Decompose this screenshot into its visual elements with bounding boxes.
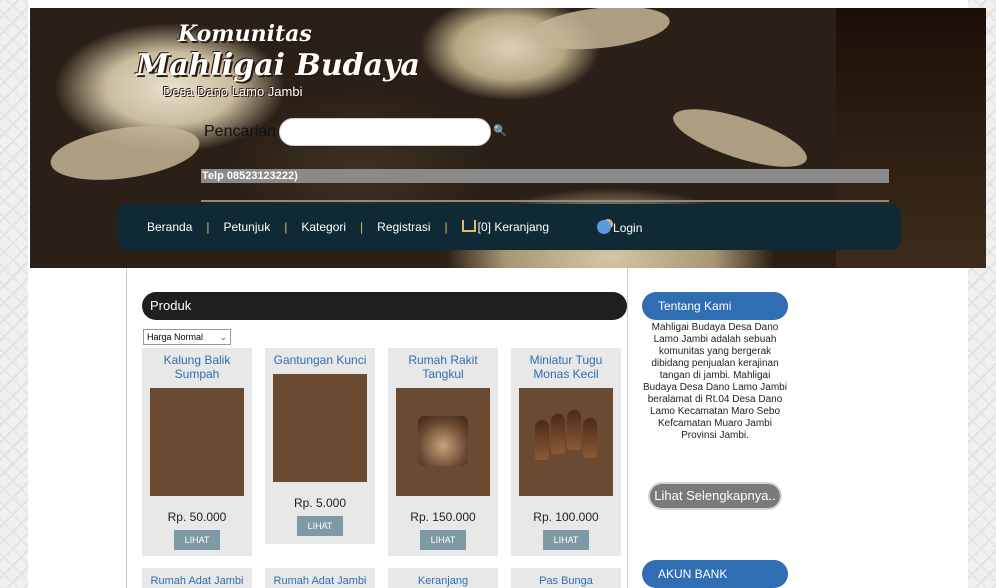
- product-card[interactable]: Kalung Balik Sumpah Rp. 50.000 LIHAT: [142, 348, 252, 556]
- product-image[interactable]: [519, 388, 613, 496]
- lihat-button[interactable]: LIHAT: [543, 530, 589, 550]
- header-banner: Komunitas Mahligai Budaya Desa Dano Lamo…: [30, 8, 986, 268]
- product-price: Rp. 5.000: [293, 496, 347, 510]
- product-image-detail: [418, 416, 468, 466]
- user-icon: [597, 219, 612, 234]
- logo-subtitle: Desa Dano Lamo Jambi: [163, 84, 303, 99]
- nav-separator: |: [444, 220, 448, 234]
- product-image-detail: [551, 414, 565, 454]
- cart-icon: [461, 220, 476, 232]
- product-image-detail: [583, 418, 597, 458]
- search-input[interactable]: [279, 118, 491, 146]
- product-price: Rp. 50.000: [167, 510, 227, 524]
- phone-number: Telp 08523123222): [202, 170, 298, 182]
- product-image[interactable]: [396, 388, 490, 496]
- nav-separator: |: [284, 220, 288, 234]
- logo-title-main: Mahligai Budaya: [136, 48, 420, 83]
- product-price: Rp. 150.000: [410, 510, 476, 524]
- left-pattern-border: [0, 0, 28, 588]
- product-title[interactable]: Kalung Balik Sumpah: [142, 353, 252, 381]
- product-title[interactable]: Miniatur Tugu Monas Kecil: [511, 353, 621, 381]
- product-card[interactable]: Rumah Rakit Tangkul Rp. 150.000 LIHAT: [388, 348, 498, 556]
- main-navbar: Beranda | Petunjuk | Kategori | Registra…: [117, 204, 901, 250]
- product-title[interactable]: Rumah Adat Jambi: [274, 575, 367, 587]
- tentang-heading: Tentang Kami: [642, 292, 788, 320]
- bank-heading: AKUN BANK: [642, 560, 788, 588]
- lihat-button[interactable]: LIHAT: [420, 530, 466, 550]
- search-label: Pencarian: [204, 123, 277, 140]
- sort-selected-value: Harga Normal: [147, 332, 204, 342]
- lihat-button[interactable]: LIHAT: [174, 530, 220, 550]
- nav-cart-label: [0] Keranjang: [477, 220, 550, 234]
- banner-decor: [47, 117, 203, 189]
- product-card[interactable]: Miniatur Tugu Monas Kecil Rp. 100.000 LI…: [511, 348, 621, 556]
- product-card[interactable]: Rumah Adat Jambi: [142, 568, 252, 588]
- phone-bar: [201, 169, 889, 183]
- product-card[interactable]: Rumah Adat Jambi: [265, 568, 375, 588]
- lihat-button[interactable]: LIHAT: [297, 516, 343, 536]
- product-card[interactable]: Keranjang: [388, 568, 498, 588]
- tentang-text: Mahligai Budaya Desa Dano Lamo Jambi ada…: [643, 322, 787, 441]
- product-image-detail: [567, 410, 581, 450]
- logo-title-top: Komunitas: [178, 21, 312, 47]
- product-title[interactable]: Rumah Adat Jambi: [151, 575, 244, 587]
- sort-select[interactable]: Harga Normal ⌄: [143, 329, 231, 345]
- nav-cart[interactable]: [0] Keranjang: [461, 220, 550, 234]
- produk-heading: Produk: [142, 292, 627, 320]
- nav-beranda[interactable]: Beranda: [147, 220, 192, 234]
- read-more-button[interactable]: Lihat Selengkapnya..: [648, 482, 782, 510]
- nav-login[interactable]: Login: [597, 219, 643, 235]
- nav-kategori[interactable]: Kategori: [301, 220, 346, 234]
- product-card[interactable]: Gantungan Kunci Rp. 5.000 LIHAT: [265, 348, 375, 544]
- product-title[interactable]: Rumah Rakit Tangkul: [388, 353, 498, 381]
- nav-separator: |: [360, 220, 364, 234]
- product-title[interactable]: Gantungan Kunci: [265, 353, 375, 367]
- product-price: Rp. 100.000: [533, 510, 599, 524]
- nav-login-label: Login: [613, 220, 643, 235]
- product-title[interactable]: Keranjang: [418, 575, 468, 587]
- nav-registrasi[interactable]: Registrasi: [377, 220, 430, 234]
- chevron-down-icon: ⌄: [219, 332, 227, 342]
- banner-decor: [528, 8, 672, 56]
- divider: [201, 200, 889, 202]
- product-card[interactable]: Pas Bunga: [511, 568, 621, 588]
- nav-separator: |: [206, 220, 210, 234]
- product-image[interactable]: [150, 388, 244, 496]
- product-image[interactable]: [273, 374, 367, 482]
- product-image-detail: [535, 420, 549, 460]
- product-title[interactable]: Pas Bunga: [539, 575, 593, 587]
- nav-petunjuk[interactable]: Petunjuk: [224, 220, 271, 234]
- banner-decor: [667, 97, 813, 179]
- search-icon[interactable]: 🔍: [493, 124, 507, 137]
